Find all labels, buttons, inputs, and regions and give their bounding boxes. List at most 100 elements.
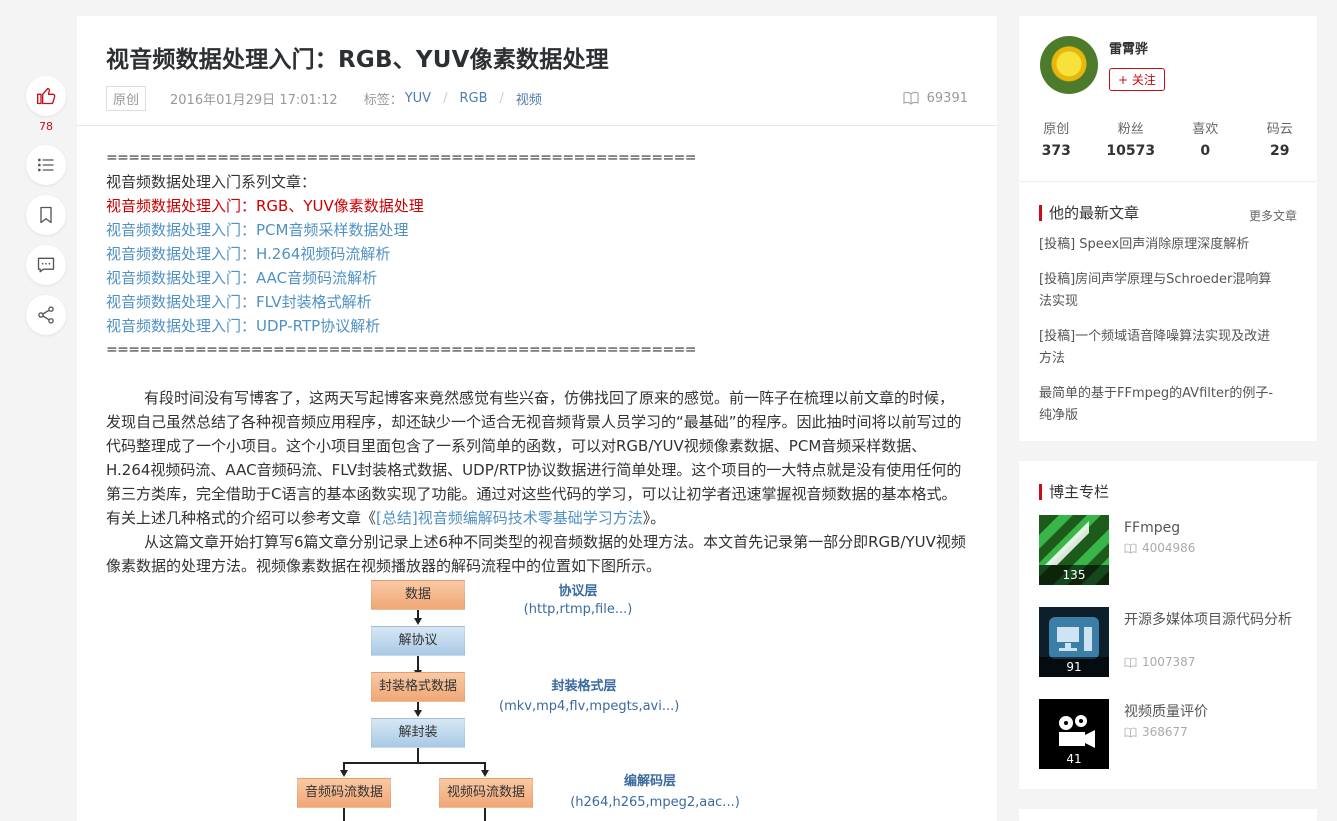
share-button[interactable] bbox=[26, 295, 66, 335]
layer-protocol-subtitle: (http,rtmp,file...) bbox=[523, 602, 633, 617]
latest-article-item[interactable]: [投稿] Speex回声消除原理深度解析 bbox=[1039, 234, 1277, 256]
column-views-value: 1007387 bbox=[1142, 655, 1196, 669]
stat-value: 10573 bbox=[1106, 143, 1156, 159]
series-link-aac[interactable]: 视音频数据处理入门：AAC音频码流解析 bbox=[106, 269, 377, 287]
diagram-box-container-data: 封装格式数据 bbox=[371, 672, 465, 702]
blogger-columns-card: 博主专栏 135 FFmpeg 4004986 91 开源多媒体项目源代码分析 … bbox=[1019, 461, 1317, 789]
comment-icon bbox=[37, 257, 55, 273]
column-views: 4004986 bbox=[1124, 541, 1195, 555]
layer-codec-subtitle: (h264,h265,mpeg2,aac...) bbox=[570, 795, 740, 810]
column-thumbnail: 41 bbox=[1039, 699, 1109, 769]
bookmark-button[interactable] bbox=[26, 195, 66, 235]
comment-button[interactable] bbox=[26, 245, 66, 285]
book-icon bbox=[1124, 543, 1137, 554]
stat-fans[interactable]: 粉丝 10573 bbox=[1094, 118, 1169, 159]
publish-date: 2016年01月29日 17:01:12 bbox=[170, 92, 338, 108]
stat-label: 粉丝 bbox=[1117, 122, 1144, 137]
series-heading: 视音频数据处理入门系列文章： bbox=[106, 173, 317, 191]
latest-articles-heading: 他的最新文章 bbox=[1039, 202, 1139, 223]
stat-label: 原创 bbox=[1043, 122, 1070, 137]
layer-container-subtitle: (mkv,mp4,flv,mpegts,avi...) bbox=[499, 699, 680, 714]
diagram-box-data: 数据 bbox=[371, 580, 465, 610]
book-icon bbox=[903, 91, 919, 105]
stat-value: 29 bbox=[1270, 143, 1290, 159]
column-views: 1007387 bbox=[1124, 655, 1195, 669]
more-articles-link[interactable]: 更多文章 bbox=[1249, 207, 1297, 224]
stat-label: 喜欢 bbox=[1192, 122, 1219, 137]
latest-article-item[interactable]: [投稿]一个频域语音降噪算法实现及改进方法 bbox=[1039, 326, 1277, 370]
column-views: 368677 bbox=[1124, 725, 1188, 739]
table-of-contents-button[interactable] bbox=[26, 145, 66, 185]
column-name[interactable]: 视频质量评价 bbox=[1124, 701, 1294, 723]
column-article-count: 41 bbox=[1039, 749, 1109, 769]
share-icon bbox=[38, 306, 54, 324]
column-article-count: 135 bbox=[1039, 565, 1109, 585]
diagram-box-deprotocol: 解协议 bbox=[371, 626, 465, 656]
tag-separator: / bbox=[499, 90, 504, 106]
article-title: 视音频数据处理入门：RGB、YUV像素数据处理 bbox=[106, 47, 609, 73]
latest-article-item[interactable]: 最简单的基于FFmpeg的AVfilter的例子-纯净版 bbox=[1039, 383, 1277, 427]
column-thumbnail: 91 bbox=[1039, 607, 1109, 677]
article-meta: 原创 2016年01月29日 17:01:12 标签： YUV / RGB / … bbox=[106, 85, 968, 111]
column-views-value: 368677 bbox=[1142, 725, 1188, 739]
series-link-h264[interactable]: 视音频数据处理入门：H.264视频码流解析 bbox=[106, 245, 390, 263]
column-views-value: 4004986 bbox=[1142, 541, 1196, 555]
latest-articles-title: 他的最新文章 bbox=[1049, 204, 1140, 222]
latest-articles-list: [投稿] Speex回声消除原理深度解析 [投稿]房间声学原理与Schroede… bbox=[1039, 234, 1277, 440]
author-name[interactable]: 雷霄骅 bbox=[1109, 38, 1148, 57]
tag-separator: / bbox=[443, 90, 448, 106]
latest-article-item[interactable]: [投稿]房间声学原理与Schroeder混响算法实现 bbox=[1039, 269, 1277, 313]
stat-original[interactable]: 原创 373 bbox=[1019, 118, 1094, 159]
series-link-pcm[interactable]: 视音频数据处理入门：PCM音频采样数据处理 bbox=[106, 221, 408, 239]
stat-value: 373 bbox=[1041, 143, 1071, 159]
like-count: 78 bbox=[39, 120, 53, 133]
tag-yuv[interactable]: YUV bbox=[405, 91, 431, 106]
stat-label: 码云 bbox=[1266, 122, 1293, 137]
stat-value: 0 bbox=[1200, 143, 1211, 159]
avatar[interactable] bbox=[1040, 36, 1098, 94]
article: 视音频数据处理入门：RGB、YUV像素数据处理 原创 2016年01月29日 1… bbox=[77, 16, 997, 821]
series-link-rgb-yuv[interactable]: 视音频数据处理入门：RGB、YUV像素数据处理 bbox=[106, 197, 424, 215]
view-count-value: 69391 bbox=[926, 90, 968, 106]
series-link-udp-rtp[interactable]: 视音频数据处理入门：UDP-RTP协议解析 bbox=[106, 317, 380, 335]
stat-likes[interactable]: 喜欢 0 bbox=[1168, 118, 1243, 159]
diagram-box-audio-stream: 音频码流数据 bbox=[297, 778, 391, 808]
column-thumbnail: 135 bbox=[1039, 515, 1109, 585]
column-item-multimedia-source[interactable]: 91 开源多媒体项目源代码分析 1007387 bbox=[1039, 607, 1309, 677]
column-name[interactable]: 开源多媒体项目源代码分析 bbox=[1124, 609, 1294, 631]
list-icon bbox=[38, 158, 54, 172]
book-icon bbox=[1124, 727, 1137, 738]
follow-button[interactable]: + 关注 bbox=[1109, 68, 1165, 91]
author-card: 雷霄骅 + 关注 原创 373 粉丝 10573 喜欢 0 码云 29 bbox=[1019, 16, 1317, 181]
tags-label: 标签： bbox=[363, 92, 403, 108]
next-sidebar-card bbox=[1019, 809, 1317, 821]
column-item-video-quality[interactable]: 41 视频质量评价 368677 bbox=[1039, 699, 1309, 769]
column-name[interactable]: FFmpeg bbox=[1124, 517, 1294, 539]
heading-accent-bar bbox=[1039, 483, 1042, 500]
author-stats: 原创 373 粉丝 10573 喜欢 0 码云 29 bbox=[1019, 118, 1317, 159]
article-header: 视音频数据处理入门：RGB、YUV像素数据处理 原创 2016年01月29日 1… bbox=[77, 16, 997, 126]
columns-title: 博主专栏 bbox=[1049, 483, 1110, 501]
heading-accent-bar bbox=[1039, 204, 1042, 221]
tag-video[interactable]: 视频 bbox=[516, 89, 542, 108]
tag-rgb[interactable]: RGB bbox=[459, 91, 487, 106]
separator-line: ========================================… bbox=[106, 150, 697, 166]
columns-heading: 博主专栏 bbox=[1039, 481, 1109, 502]
column-article-count: 91 bbox=[1039, 657, 1109, 677]
intro-text-end: 》。 bbox=[642, 509, 666, 527]
view-count: 69391 bbox=[903, 91, 968, 106]
diagram-box-demux: 解封装 bbox=[371, 718, 465, 748]
intro-text: 有段时间没有写博客了，这两天写起博客来竟然感觉有些兴奋，仿佛找回了原来的感觉。前… bbox=[106, 389, 962, 527]
series-link-flv[interactable]: 视音频数据处理入门：FLV封装格式解析 bbox=[106, 293, 372, 311]
reference-link[interactable]: [总结]视音频编解码技术零基础学习方法 bbox=[376, 509, 643, 527]
latest-articles-card: 他的最新文章 更多文章 [投稿] Speex回声消除原理深度解析 [投稿]房间声… bbox=[1019, 181, 1317, 441]
thumbs-up-icon bbox=[37, 87, 56, 105]
book-icon bbox=[1124, 657, 1137, 668]
original-badge: 原创 bbox=[106, 85, 147, 111]
like-button[interactable] bbox=[26, 76, 66, 116]
intro-paragraph: 有段时间没有写博客了，这两天写起博客来竟然感觉有些兴奋，仿佛找回了原来的感觉。前… bbox=[106, 386, 968, 530]
column-item-ffmpeg[interactable]: 135 FFmpeg 4004986 bbox=[1039, 515, 1309, 585]
article-content: ========================================… bbox=[77, 126, 997, 821]
second-paragraph: 从这篇文章开始打算写6篇文章分别记录上述6种不同类型的视音频数据的处理方法。本文… bbox=[106, 533, 966, 575]
stat-gitee[interactable]: 码云 29 bbox=[1243, 118, 1318, 159]
